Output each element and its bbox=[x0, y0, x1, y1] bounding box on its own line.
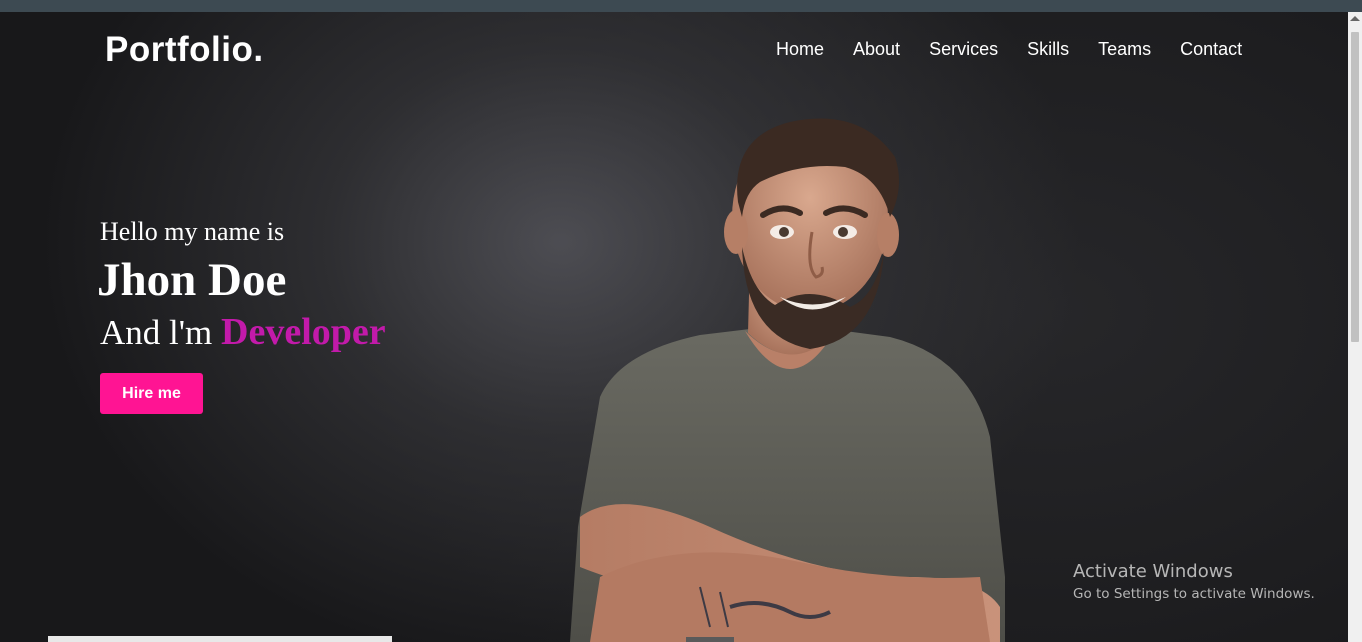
hero-greeting: Hello my name is bbox=[100, 217, 285, 246]
site-logo[interactable]: Portfolio. bbox=[105, 30, 264, 70]
activate-windows-watermark: Activate Windows Go to Settings to activ… bbox=[1073, 561, 1315, 602]
scroll-up-icon[interactable] bbox=[1350, 16, 1360, 21]
nav-item-contact[interactable]: Contact bbox=[1180, 39, 1242, 60]
watermark-subtitle: Go to Settings to activate Windows. bbox=[1073, 586, 1315, 602]
hero-role-prefix: And l'm bbox=[100, 313, 213, 352]
horizontal-scrollbar[interactable] bbox=[48, 636, 392, 642]
nav-item-skills[interactable]: Skills bbox=[1027, 39, 1069, 60]
nav-item-about[interactable]: About bbox=[853, 39, 900, 60]
hero-portrait-image bbox=[570, 118, 1005, 642]
watermark-title: Activate Windows bbox=[1073, 561, 1233, 582]
scrollbar-thumb[interactable] bbox=[1351, 32, 1359, 342]
hero-name: Jhon Doe bbox=[97, 254, 287, 306]
nav-item-teams[interactable]: Teams bbox=[1098, 39, 1151, 60]
hire-me-button[interactable]: Hire me bbox=[100, 373, 203, 414]
hero-section: Portfolio. Home About Services Skills Te… bbox=[0, 12, 1348, 642]
nav-item-home[interactable]: Home bbox=[776, 39, 824, 60]
vertical-scrollbar[interactable] bbox=[1348, 12, 1362, 642]
nav-item-services[interactable]: Services bbox=[929, 39, 998, 60]
hero-role: Developer bbox=[221, 311, 386, 353]
hero-role-line: And l'm Developer bbox=[100, 310, 386, 354]
main-nav: Home About Services Skills Teams Contact bbox=[776, 39, 1271, 60]
horizontal-scrollbar-thumb[interactable] bbox=[686, 637, 734, 642]
